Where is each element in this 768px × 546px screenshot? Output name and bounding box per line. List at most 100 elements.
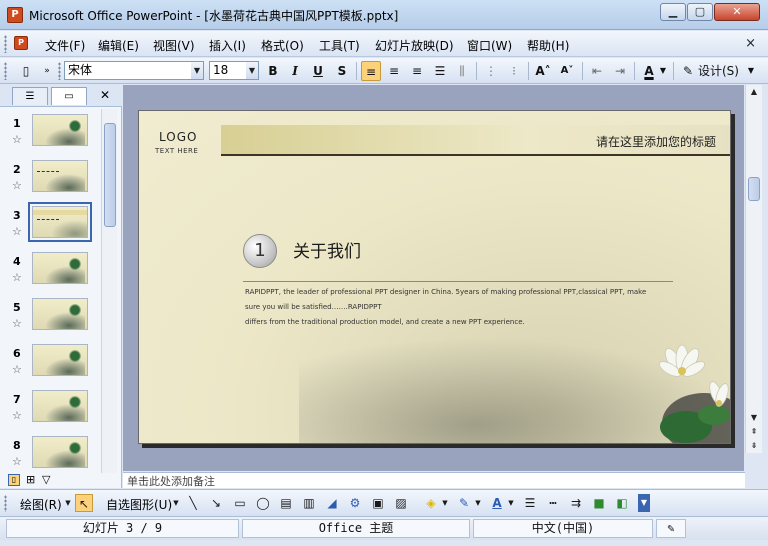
align-right-icon[interactable]: ≡ bbox=[407, 61, 427, 81]
toolbar-grip[interactable] bbox=[58, 62, 61, 80]
arrow-style-icon[interactable]: ⇉ bbox=[567, 494, 585, 512]
font-color-icon[interactable]: A bbox=[488, 494, 506, 512]
new-document-icon[interactable]: ▯ bbox=[16, 61, 36, 81]
body-text-line[interactable]: differs from the traditional production … bbox=[245, 318, 525, 326]
align-left-icon[interactable]: ≡ bbox=[361, 61, 381, 81]
body-text-line[interactable]: RAPIDPPT, the leader of professional PPT… bbox=[245, 288, 646, 296]
body-text-line[interactable]: sure you will be satisfied.……RAPIDPPT bbox=[245, 303, 382, 311]
slide-thumbnail-row[interactable]: 1 ☆ bbox=[0, 113, 100, 157]
increase-indent-icon[interactable]: ⇥ bbox=[610, 61, 630, 81]
numbering-icon[interactable]: ⋮ bbox=[481, 61, 501, 81]
maximize-button[interactable]: ▢ bbox=[687, 3, 713, 21]
slide-thumbnail-row[interactable]: 3 ☆ bbox=[0, 202, 100, 249]
scrollbar-thumb[interactable] bbox=[748, 177, 760, 201]
chevron-down-icon[interactable]: ▼ bbox=[191, 62, 203, 79]
italic-button[interactable]: I bbox=[285, 61, 305, 81]
select-pointer-icon[interactable]: ↖ bbox=[75, 494, 93, 512]
menu-insert[interactable]: 插入(I) bbox=[209, 37, 246, 54]
fill-color-icon[interactable]: ◈ bbox=[422, 494, 440, 512]
slide-thumbnail[interactable] bbox=[32, 390, 88, 422]
menu-view[interactable]: 视图(V) bbox=[153, 37, 195, 54]
toolbar-options-icon[interactable]: ▼ bbox=[638, 494, 650, 512]
oval-icon[interactable]: ◯ bbox=[254, 494, 272, 512]
logo-text[interactable]: LOGO bbox=[159, 130, 197, 144]
chevron-down-icon[interactable]: ▼ bbox=[172, 494, 180, 512]
close-button[interactable]: ✕ bbox=[714, 3, 760, 21]
underline-button[interactable]: U bbox=[308, 61, 328, 81]
slide-thumbnail-row[interactable]: 4 ☆ bbox=[0, 251, 100, 295]
slide-editor[interactable]: LOGO TEXT HERE 请在这里添加您的标题 1 关于我们 RAPIDPP… bbox=[123, 85, 744, 471]
column-icon[interactable]: ⫼ bbox=[452, 61, 472, 81]
font-color-button[interactable]: A bbox=[639, 61, 659, 81]
slide-thumbnail[interactable] bbox=[32, 252, 88, 284]
section-heading[interactable]: 关于我们 bbox=[293, 237, 361, 262]
shadow-button[interactable]: S bbox=[332, 61, 352, 81]
menu-format[interactable]: 格式(O) bbox=[261, 37, 304, 54]
slide-thumbnail[interactable] bbox=[32, 436, 88, 468]
slide-title-placeholder[interactable]: 请在这里添加您的标题 bbox=[596, 133, 716, 150]
chevron-down-icon[interactable]: ▼ bbox=[441, 494, 449, 512]
previous-slide-icon[interactable]: ⇞ bbox=[746, 425, 762, 439]
slide-canvas[interactable]: LOGO TEXT HERE 请在这里添加您的标题 1 关于我们 RAPIDPP… bbox=[138, 110, 731, 444]
justify-icon[interactable]: ☰ bbox=[430, 61, 450, 81]
menu-slideshow[interactable]: 幻灯片放映(D) bbox=[375, 37, 454, 54]
bold-button[interactable]: B bbox=[263, 61, 283, 81]
align-center-icon[interactable]: ≡ bbox=[384, 61, 404, 81]
slide-thumbnail-row[interactable]: 8 ☆ bbox=[0, 435, 100, 479]
picture-icon[interactable]: ▨ bbox=[392, 494, 410, 512]
chevron-down-icon[interactable]: ▼ bbox=[507, 494, 515, 512]
normal-view-icon[interactable]: ▯ bbox=[8, 474, 20, 486]
clipart-icon[interactable]: ▣ bbox=[369, 494, 387, 512]
line-color-icon[interactable]: ✎ bbox=[455, 494, 473, 512]
next-slide-icon[interactable]: ⇟ bbox=[746, 439, 762, 453]
design-button[interactable]: 设计(S) bbox=[698, 61, 742, 81]
doc-icon[interactable]: P bbox=[14, 36, 28, 50]
arrow-icon[interactable]: ↘ bbox=[207, 494, 225, 512]
sorter-view-icon[interactable]: ⊞ bbox=[26, 474, 35, 486]
dash-style-icon[interactable]: ┅ bbox=[544, 494, 562, 512]
slide-thumbnail[interactable] bbox=[32, 298, 88, 330]
logo-subtext[interactable]: TEXT HERE bbox=[155, 147, 198, 155]
slide-thumbnail[interactable] bbox=[32, 160, 88, 192]
slide-thumbnail-row[interactable]: 7 ☆ bbox=[0, 389, 100, 433]
powerpoint-icon[interactable]: P bbox=[7, 7, 23, 23]
slide-thumbnail-row[interactable]: 5 ☆ bbox=[0, 297, 100, 341]
scrollbar-thumb[interactable] bbox=[104, 123, 116, 227]
scroll-up-icon[interactable]: ▲ bbox=[746, 85, 762, 99]
editor-vertical-scrollbar[interactable]: ▲ ▼ ⇞ ⇟ bbox=[745, 85, 762, 453]
line-icon[interactable]: ╲ bbox=[184, 494, 202, 512]
chevron-down-icon[interactable]: ▼ bbox=[64, 494, 72, 512]
slides-pane-scrollbar[interactable] bbox=[101, 109, 117, 473]
diagram-icon[interactable]: ⚙ bbox=[346, 494, 364, 512]
toolbar-options-icon[interactable]: » bbox=[41, 61, 53, 81]
tab-outline[interactable]: ☰ bbox=[12, 87, 48, 105]
increase-font-icon[interactable]: A˄ bbox=[533, 61, 553, 81]
menu-file[interactable]: 文件(F) bbox=[45, 37, 85, 54]
draw-menu-button[interactable]: 绘图(R) bbox=[20, 496, 62, 513]
autoshapes-button[interactable]: 自选图形(U) bbox=[106, 496, 172, 513]
chevron-down-icon[interactable]: ▼ bbox=[658, 61, 668, 81]
line-style-icon[interactable]: ☰ bbox=[521, 494, 539, 512]
3d-style-icon[interactable]: ◧ bbox=[613, 494, 631, 512]
menu-window[interactable]: 窗口(W) bbox=[467, 37, 512, 54]
wordart-icon[interactable]: ◢ bbox=[323, 494, 341, 512]
font-name-select[interactable]: 宋体 ▼ bbox=[64, 61, 204, 80]
chevron-down-icon[interactable]: ▼ bbox=[246, 62, 258, 79]
vertical-textbox-icon[interactable]: ▥ bbox=[300, 494, 318, 512]
chevron-down-icon[interactable]: ▼ bbox=[474, 494, 482, 512]
minimize-button[interactable]: ▁ bbox=[660, 3, 686, 21]
textbox-icon[interactable]: ▤ bbox=[277, 494, 295, 512]
close-pane-button[interactable]: ✕ bbox=[100, 88, 110, 102]
theme-status[interactable]: Office 主题 bbox=[242, 519, 470, 538]
scroll-down-icon[interactable]: ▼ bbox=[746, 411, 762, 425]
rectangle-icon[interactable]: ▭ bbox=[231, 494, 249, 512]
slide-thumbnail[interactable] bbox=[32, 344, 88, 376]
slideshow-view-icon[interactable]: ▽ bbox=[42, 474, 50, 486]
slide-thumbnail-selected[interactable] bbox=[28, 202, 92, 242]
spellcheck-icon[interactable]: ✎ bbox=[656, 519, 686, 538]
menu-tools[interactable]: 工具(T) bbox=[319, 37, 360, 54]
toolbar-grip[interactable] bbox=[4, 495, 7, 512]
notes-pane[interactable]: 单击此处添加备注 bbox=[123, 472, 745, 488]
close-document-button[interactable]: × bbox=[745, 36, 756, 51]
tab-slides[interactable]: ▭ bbox=[51, 87, 87, 105]
